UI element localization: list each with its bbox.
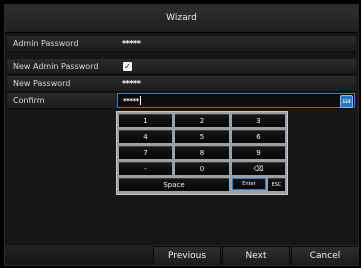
confirm-row: Confirm ***** 123 [7,93,356,109]
new-password-row: New Password ***** [7,76,356,92]
key-8[interactable]: 8 [175,146,229,159]
wizard-window: Wizard Admin Password ***** New Admin Pa… [4,4,359,266]
admin-password-label: Admin Password [13,39,79,48]
backspace-key[interactable]: ⌫ [232,162,285,175]
enter-key[interactable]: Enter [232,178,266,190]
key-4[interactable]: 4 [119,130,172,143]
new-password-label: New Password [13,79,71,88]
key-0[interactable]: 0 [175,162,229,175]
key-7[interactable]: 7 [119,146,172,159]
cancel-button[interactable]: Cancel [291,246,358,265]
new-admin-password-row: New Admin Password ✓ [7,59,356,75]
admin-password-row: Admin Password ***** [7,36,356,52]
key-6[interactable]: 6 [232,130,285,143]
key-1[interactable]: 1 [119,114,172,127]
previous-button[interactable]: Previous [153,246,221,265]
text-cursor [139,96,141,105]
new-admin-password-value: ✓ [117,60,355,73]
confirm-label: Confirm [13,96,45,105]
new-password-field[interactable]: ***** [117,77,355,90]
new-admin-password-checkbox[interactable]: ✓ [123,62,132,71]
new-admin-password-label: New Admin Password [13,62,99,71]
onscreen-keyboard: 1 2 3 4 5 6 7 8 9 - 0 ⌫ Space Enter ESC [116,111,288,195]
confirm-value: ***** [123,97,139,105]
window-title: Wizard [5,5,358,33]
admin-password-field[interactable]: ***** [117,37,355,50]
next-button[interactable]: Next [222,246,290,265]
key-2[interactable]: 2 [175,114,229,127]
key-3[interactable]: 3 [232,114,285,127]
backspace-icon: ⌫ [253,165,264,173]
key-5[interactable]: 5 [175,130,229,143]
space-key[interactable]: Space [119,178,229,191]
confirm-field[interactable]: ***** 123 [117,93,355,108]
input-mode-button[interactable]: 123 [340,95,353,108]
key-dash[interactable]: - [119,162,172,175]
key-9[interactable]: 9 [232,146,285,159]
esc-key[interactable]: ESC [268,178,285,191]
